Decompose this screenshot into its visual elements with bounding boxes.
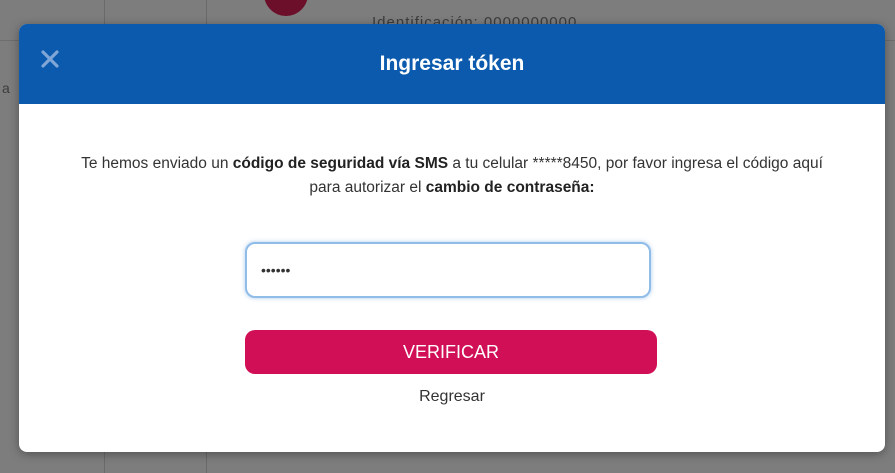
background-avatar xyxy=(264,0,308,16)
message-bold-password: cambio de contraseña: xyxy=(425,179,595,196)
modal-title: Ingresar tóken xyxy=(379,52,525,75)
close-icon[interactable] xyxy=(37,46,63,72)
back-link[interactable]: Regresar xyxy=(19,388,885,406)
message-text: Te hemos enviado un xyxy=(81,155,233,172)
verify-button[interactable]: VERIFICAR xyxy=(245,330,657,374)
message-bold-sms: código de seguridad vía SMS xyxy=(232,155,449,172)
background-edge-text: a xyxy=(2,80,10,96)
modal-header: Ingresar tóken xyxy=(19,24,885,104)
token-input[interactable] xyxy=(245,242,651,298)
instruction-message: Te hemos enviado un código de seguridad … xyxy=(79,152,825,200)
token-modal: Ingresar tóken Te hemos enviado un códig… xyxy=(19,24,885,452)
